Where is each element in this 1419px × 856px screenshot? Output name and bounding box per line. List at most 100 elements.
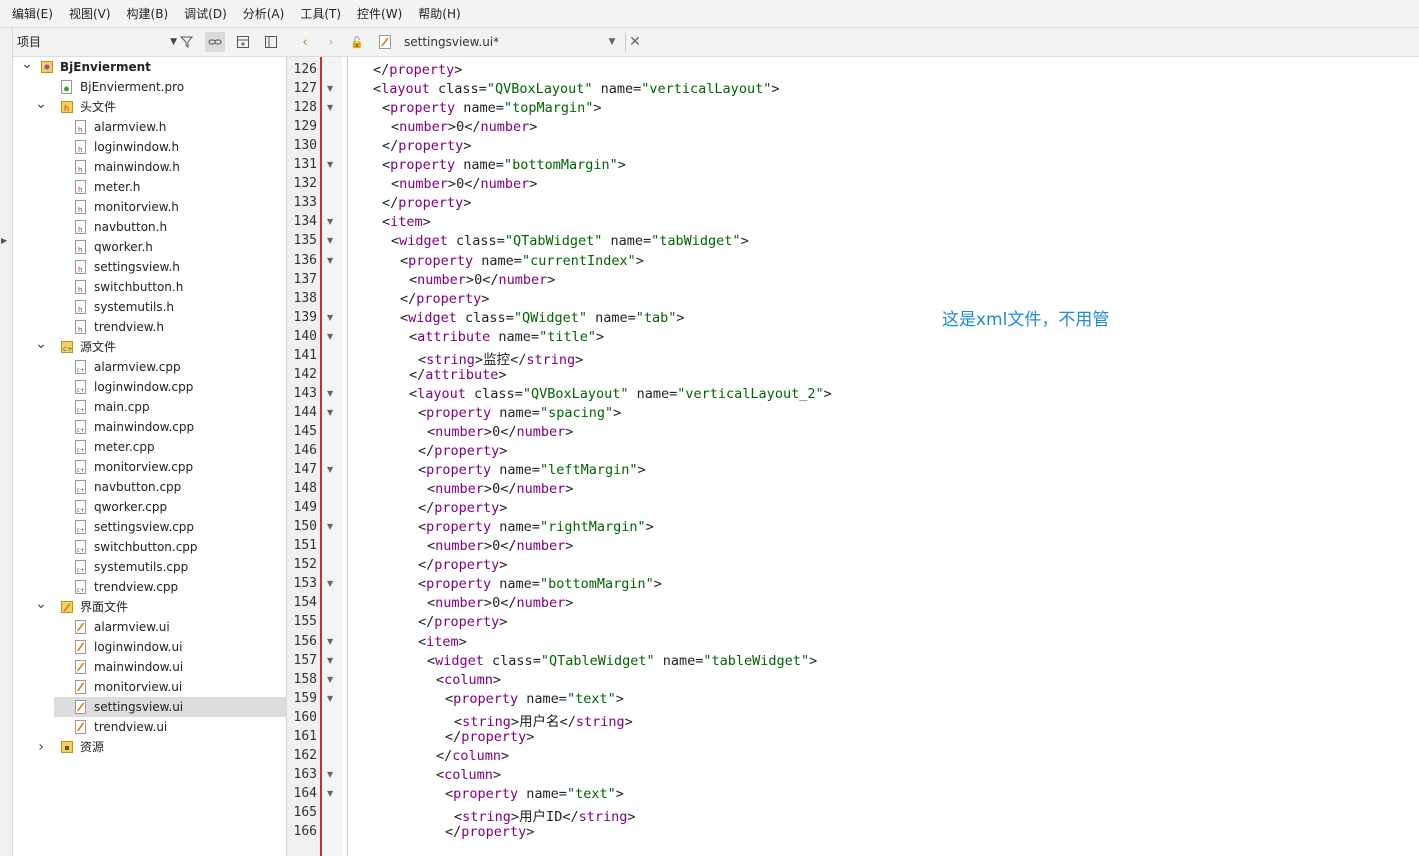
tree-item[interactable]: h navbutton.h [13,217,287,237]
code-line[interactable]: </property> [418,500,507,516]
tree-item[interactable]: BjEnvierment.pro [13,77,287,97]
code-line[interactable]: <item> [418,634,467,650]
code-line[interactable]: <string>用户ID</string> [454,805,636,825]
tree-item[interactable]: c+ mainwindow.cpp [13,417,287,437]
tree-item[interactable]: loginwindow.ui [13,637,287,657]
tree-item[interactable]: h settingsview.h [13,257,287,277]
close-icon[interactable]: ✕ [627,33,643,52]
code-line[interactable]: </property> [418,614,507,630]
tree-item[interactable]: c+ main.cpp [13,397,287,417]
menu-item-7[interactable]: 帮助(H) [410,0,468,28]
menu-item-5[interactable]: 工具(T) [292,0,349,28]
tree-item[interactable]: c+ meter.cpp [13,437,287,457]
tree-item[interactable]: h loginwindow.h [13,137,287,157]
fold-toggle-icon[interactable]: ▼ [327,160,333,169]
chevron-right-icon[interactable]: › [35,737,47,757]
tree-item[interactable]: h systemutils.h [13,297,287,317]
tree-item[interactable]: c+ monitorview.cpp [13,457,287,477]
tree-item[interactable]: c+ qworker.cpp [13,497,287,517]
tree-item[interactable]: alarmview.ui [13,617,287,637]
tree-item[interactable]: settingsview.ui [54,697,287,717]
expand-arrow-icon[interactable]: ▶ [1,236,7,245]
chevron-down-icon[interactable]: ▼ [605,33,619,52]
code-line[interactable]: <property name="bottomMargin"> [382,157,626,173]
tree-item[interactable]: monitorview.ui [13,677,287,697]
tree-item[interactable]: h monitorview.h [13,197,287,217]
tree-item[interactable]: h trendview.h [13,317,287,337]
tree-item[interactable]: c+ navbutton.cpp [13,477,287,497]
add-split-icon[interactable] [233,32,253,52]
code-line[interactable]: <string>用户名</string> [454,710,633,730]
code-line[interactable]: <layout class="QVBoxLayout" name="vertic… [373,81,779,97]
code-line[interactable]: <attribute name="title"> [409,329,604,345]
fold-toggle-icon[interactable]: ▼ [327,313,333,322]
tree-item[interactable]: c+ loginwindow.cpp [13,377,287,397]
code-line[interactable]: <widget class="QWidget" name="tab"> [400,310,685,326]
fold-toggle-icon[interactable]: ▼ [327,637,333,646]
code-line[interactable]: <property name="spacing"> [418,405,621,421]
code-line[interactable]: </property> [373,62,462,78]
code-line[interactable]: <column> [436,672,501,688]
code-line[interactable]: </property> [400,291,489,307]
tree-item[interactable]: h qworker.h [13,237,287,257]
code-line[interactable]: </property> [382,195,471,211]
fold-toggle-icon[interactable]: ▼ [327,408,333,417]
code-line[interactable]: <number>0</number> [427,481,573,497]
code-line[interactable]: <string>监控</string> [418,348,583,368]
chevron-down-icon[interactable]: ⌄ [35,337,47,351]
menu-item-2[interactable]: 构建(B) [119,0,177,28]
tree-item[interactable]: mainwindow.ui [13,657,287,677]
fold-toggle-icon[interactable]: ▼ [327,770,333,779]
code-line[interactable]: <property name="rightMargin"> [418,519,654,535]
lock-icon[interactable]: 🔓 [349,33,365,52]
code-line[interactable]: </property> [445,729,534,745]
tree-item[interactable]: h meter.h [13,177,287,197]
code-line[interactable]: <property name="topMargin"> [382,100,602,116]
tree-item[interactable]: › 资源 [13,737,287,757]
fold-toggle-icon[interactable]: ▼ [327,675,333,684]
code-line[interactable]: <item> [382,214,431,230]
fold-toggle-icon[interactable]: ▼ [327,522,333,531]
fold-toggle-icon[interactable]: ▼ [327,694,333,703]
code-line[interactable]: </column> [436,748,509,764]
menu-item-3[interactable]: 调试(D) [176,0,235,28]
fold-toggle-icon[interactable]: ▼ [327,656,333,665]
chevron-down-icon[interactable]: ⌄ [21,57,33,71]
code-line[interactable]: <property name="text"> [445,786,624,802]
code-line[interactable]: <number>0</number> [427,424,573,440]
menu-item-0[interactable]: 编辑(E) [4,0,61,28]
fold-toggle-icon[interactable]: ▼ [327,789,333,798]
tree-item[interactable]: h mainwindow.h [13,157,287,177]
fold-toggle-icon[interactable]: ▼ [327,332,333,341]
fold-toggle-icon[interactable]: ▼ [327,389,333,398]
tree-item[interactable]: c+ alarmview.cpp [13,357,287,377]
menu-item-6[interactable]: 控件(W) [349,0,410,28]
code-line[interactable]: <number>0</number> [427,595,573,611]
tree-item[interactable]: c+ trendview.cpp [13,577,287,597]
code-line[interactable]: <column> [436,767,501,783]
fold-toggle-icon[interactable]: ▼ [327,579,333,588]
code-line[interactable]: <property name="currentIndex"> [400,253,644,269]
fold-toggle-icon[interactable]: ▼ [327,256,333,265]
editor-tab-title[interactable]: settingsview.ui* [404,33,499,52]
code-line[interactable]: <widget class="QTabWidget" name="tabWidg… [391,233,749,249]
code-line[interactable]: </property> [418,557,507,573]
code-line[interactable]: </property> [382,138,471,154]
tree-item[interactable]: ⌄ BjEnvierment [13,57,287,77]
fold-toggle-icon[interactable]: ▼ [327,465,333,474]
tree-item[interactable]: trendview.ui [13,717,287,737]
tree-item[interactable]: h switchbutton.h [13,277,287,297]
code-line[interactable]: <widget class="QTableWidget" name="table… [427,653,817,669]
tree-item[interactable]: c+ settingsview.cpp [13,517,287,537]
tree-item[interactable]: c+ systemutils.cpp [13,557,287,577]
code-line[interactable]: <property name="leftMargin"> [418,462,646,478]
chevron-down-icon[interactable]: ⌄ [35,597,47,611]
tree-item[interactable]: c+ switchbutton.cpp [13,537,287,557]
menu-item-4[interactable]: 分析(A) [235,0,293,28]
fold-toggle-icon[interactable]: ▼ [327,103,333,112]
code-line[interactable]: <number>0</number> [391,119,537,135]
link-icon[interactable] [205,32,225,52]
filter-icon[interactable] [177,32,197,52]
code-editor[interactable]: 126 127 128 129 130 131 132 133 134 135 136 137 138 1… [287,57,1419,856]
split-icon[interactable] [261,32,281,52]
